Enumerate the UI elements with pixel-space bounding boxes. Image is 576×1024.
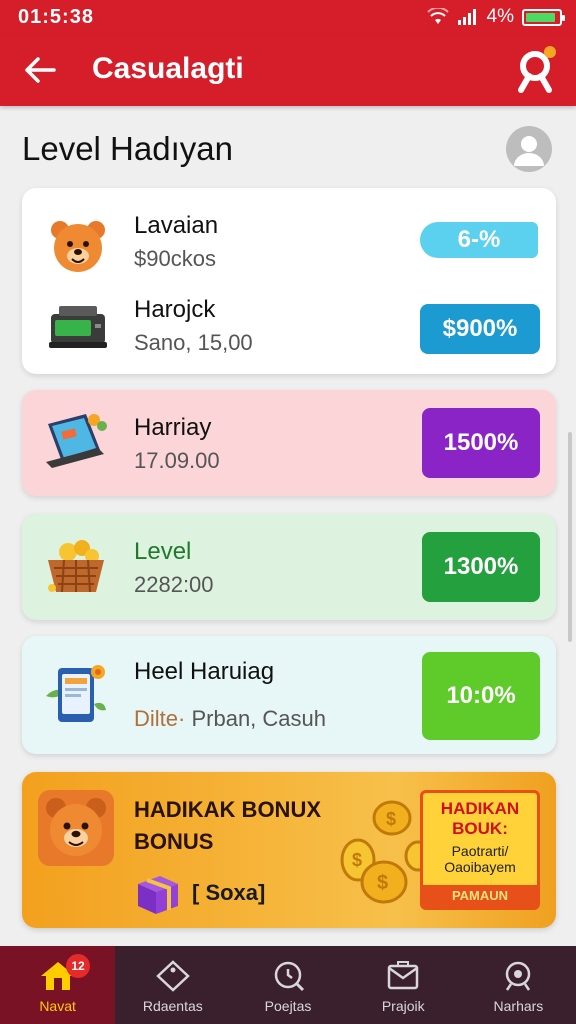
scrollbar[interactable]: [568, 432, 572, 642]
printer-icon: [40, 290, 116, 366]
nav-label: Narhars: [493, 998, 544, 1014]
card-sub: $90ckos: [134, 246, 216, 271]
notification-badge: 12: [66, 954, 90, 978]
bonus-banner[interactable]: HADIKAK BONUX BONUS [ Soxa] $ $ $ HADIKA…: [22, 772, 556, 928]
phone-icon: [38, 656, 114, 732]
nav-item-navat[interactable]: 12 Navat: [0, 946, 116, 1024]
tag-icon: [155, 960, 190, 992]
bottom-nav: 12 Navat Rdaentas Poejtas Prajoik Narhar…: [0, 946, 576, 1024]
banner-title: HADIKAK BONUX BONUS: [134, 797, 321, 854]
percent-button[interactable]: 10:0%: [422, 652, 540, 740]
bonus-badge[interactable]: HADIKAN BOUK: Paotrarti/ Oaoibayem PAMAU…: [420, 790, 540, 910]
nav-label: Rdaentas: [142, 998, 203, 1014]
bear-icon: [36, 788, 116, 868]
card-sub: 17.09.00: [134, 448, 220, 473]
status-icons: 4%: [426, 6, 565, 28]
gift-box-icon: [138, 876, 178, 914]
svg-text:$: $: [377, 872, 388, 894]
banner-tag-label: [ Soxa]: [192, 880, 266, 905]
banner-tag: [ Soxa]: [134, 870, 265, 916]
percent-button[interactable]: 1500%: [422, 408, 540, 478]
person-icon: [514, 136, 544, 166]
location-icon: [506, 961, 531, 991]
mail-icon: [387, 961, 419, 990]
app-bar: Casualagti: [0, 34, 576, 106]
badge-title: HADIKAN BOUK:: [440, 799, 520, 838]
percent-button[interactable]: $900%: [420, 304, 540, 354]
nav-item-rdaentas[interactable]: Rdaentas: [115, 946, 230, 1024]
card-sub: Dilte· Prban, Casuh: [134, 706, 326, 732]
back-button[interactable]: [18, 48, 62, 92]
card-sub: 2282:00: [134, 572, 214, 597]
reward-card: Harriay 17.09.00 1500%: [22, 390, 556, 496]
avatar[interactable]: [506, 126, 552, 172]
reward-card: Level 2282:00 1300%: [22, 514, 556, 620]
wifi-icon: [426, 8, 449, 24]
percent-button[interactable]: 6-%: [420, 222, 538, 258]
profile-button[interactable]: [508, 42, 562, 96]
card-name: Lavaian: [134, 212, 219, 239]
bear-icon: [40, 208, 116, 284]
card-name: Harojck: [134, 296, 216, 323]
card-sub-prefix: Dilte·: [134, 706, 186, 731]
percent-button[interactable]: 1300%: [422, 532, 540, 602]
reward-card-group: Lavaian $90ckos 6-% Harojck Sano, 15,00 …: [22, 188, 556, 374]
svg-text:$: $: [386, 809, 396, 829]
nav-item-prajoik[interactable]: Prajoik: [346, 946, 461, 1024]
svg-text:$: $: [352, 850, 362, 870]
badge-text: Paotrarti/ Oaoibayem: [444, 843, 516, 875]
status-time: 01:5:38: [18, 6, 94, 28]
nav-item-narhars[interactable]: Narhars: [461, 946, 576, 1024]
battery-percent: 4%: [486, 6, 514, 27]
battery-icon: [522, 8, 565, 26]
nav-label: Poejtas: [264, 998, 312, 1014]
search-icon: [274, 961, 305, 992]
basket-icon: [38, 528, 114, 604]
app-title: Casualagti: [92, 52, 244, 85]
card-sub-value: Prban, Casuh: [191, 706, 326, 731]
nav-label: Prajoik: [381, 998, 425, 1014]
card-sub: Sano, 15,00: [134, 330, 253, 355]
user-icon: [518, 46, 556, 93]
badge-footer: PAMAUN: [423, 885, 537, 907]
section-title: Level Hadıyan: [22, 130, 233, 167]
nav-item-poejtas[interactable]: Poejtas: [230, 946, 345, 1024]
nav-label: Navat: [39, 998, 76, 1014]
reward-card: Heel Haruiag Dilte· Prban, Casuh 10:0%: [22, 636, 556, 754]
status-bar: 01:5:38 4%: [0, 0, 576, 34]
card-name: Heel Haruiag: [134, 658, 275, 685]
arrow-left-icon: [25, 57, 56, 83]
laptop-icon: [38, 404, 114, 480]
signal-icon: [457, 9, 476, 25]
card-name: Harriay: [134, 414, 212, 441]
card-name: Level: [134, 538, 192, 565]
